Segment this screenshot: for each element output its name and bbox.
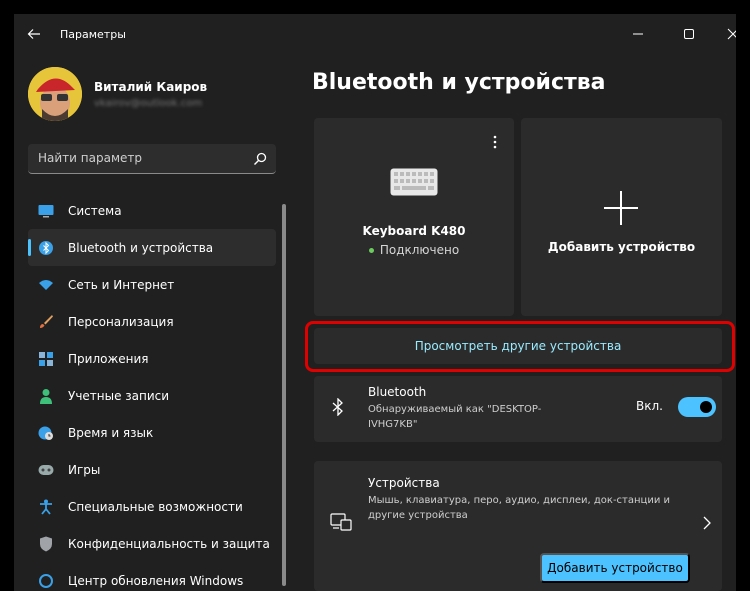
sidebar-item-apps[interactable]: Приложения <box>28 340 276 377</box>
minimize-icon <box>633 33 643 35</box>
sidebar-item-label: Система <box>68 203 122 218</box>
sidebar-item-label: Учетные записи <box>68 388 170 403</box>
update-icon <box>38 573 54 589</box>
avatar[interactable] <box>28 67 82 121</box>
sidebar-item-label: Персонализация <box>68 314 174 329</box>
page-title: Bluetooth и устройства <box>312 70 606 95</box>
sidebar-item-time-language[interactable]: Время и язык <box>28 414 276 451</box>
back-button[interactable] <box>26 26 44 44</box>
globe-clock-icon <box>38 425 54 441</box>
sidebar-item-bluetooth[interactable]: Bluetooth и устройства <box>28 229 276 266</box>
settings-window: Параметры Виталий Каиров vkairov@outlook… <box>14 14 736 591</box>
search-input[interactable] <box>38 151 238 165</box>
add-device-button[interactable]: Добавить устройство <box>540 553 690 583</box>
bluetooth-row: Bluetooth Обнаруживаемый как "DESKTOP-IV… <box>314 376 722 442</box>
sidebar-item-label: Время и язык <box>68 425 154 440</box>
highlight-annotation <box>305 321 735 372</box>
minimize-button[interactable] <box>624 22 652 46</box>
devices-icon <box>330 513 352 531</box>
sidebar-item-label: Приложения <box>68 351 149 366</box>
gamepad-icon <box>38 462 54 478</box>
avatar-cartoon-icon <box>28 67 82 121</box>
title-bar: Параметры <box>14 14 736 54</box>
sidebar-item-system[interactable]: Система <box>28 192 276 229</box>
close-icon <box>727 28 736 40</box>
device-card-keyboard[interactable]: Keyboard K480 Подключено <box>314 118 514 316</box>
sidebar-nav: Система Bluetooth и устройства Сеть и Ин… <box>28 192 276 591</box>
brush-icon <box>38 314 54 330</box>
bluetooth-icon <box>38 240 54 256</box>
sidebar-item-network[interactable]: Сеть и Интернет <box>28 266 276 303</box>
sidebar-item-label: Конфиденциальность и защита <box>68 536 270 551</box>
close-button[interactable] <box>719 22 736 46</box>
person-icon <box>38 388 54 404</box>
sidebar-item-windows-update[interactable]: Центр обновления Windows <box>28 562 276 591</box>
keyboard-icon <box>390 168 438 196</box>
more-options-icon[interactable] <box>490 134 500 150</box>
app-title: Параметры <box>60 28 126 41</box>
sidebar-item-label: Bluetooth и устройства <box>68 240 214 255</box>
bluetooth-state-label: Вкл. <box>636 399 663 413</box>
accessibility-icon <box>38 499 54 515</box>
device-name: Keyboard K480 <box>362 224 466 238</box>
devices-description: Мышь, клавиатура, перо, аудио, дисплеи, … <box>368 495 671 521</box>
devices-row[interactable]: Устройства Мышь, клавиатура, перо, аудио… <box>314 461 722 591</box>
sidebar-scrollbar[interactable] <box>282 204 286 586</box>
sidebar-item-personalization[interactable]: Персонализация <box>28 303 276 340</box>
sidebar-item-label: Игры <box>68 462 101 477</box>
plus-icon <box>604 191 638 225</box>
search-box[interactable] <box>28 144 276 174</box>
sidebar-item-label: Центр обновления Windows <box>68 573 244 588</box>
toggle-knob <box>700 401 712 413</box>
devices-title: Устройства <box>368 476 440 490</box>
wifi-icon <box>38 277 54 293</box>
bluetooth-icon <box>332 398 343 416</box>
user-email: vkairov@outlook.com <box>94 98 203 109</box>
maximize-button[interactable] <box>675 22 703 46</box>
arrow-left-icon <box>27 29 40 39</box>
shield-icon <box>38 536 54 552</box>
add-device-label: Добавить устройство <box>547 240 696 254</box>
chevron-right-icon[interactable] <box>702 516 712 530</box>
device-status-text: Подключено <box>379 243 460 257</box>
sidebar-item-accounts[interactable]: Учетные записи <box>28 377 276 414</box>
sidebar-item-label: Сеть и Интернет <box>68 277 175 292</box>
bluetooth-title: Bluetooth <box>368 385 427 399</box>
bluetooth-description: Обнаруживаемый как "DESKTOP-IVHG7KB" <box>368 404 542 430</box>
user-name: Виталий Каиров <box>94 80 208 94</box>
device-status: Подключено <box>314 243 514 257</box>
apps-icon <box>38 351 54 367</box>
sidebar-item-accessibility[interactable]: Специальные возможности <box>28 488 276 525</box>
bluetooth-toggle[interactable] <box>678 397 716 417</box>
monitor-icon <box>38 203 54 219</box>
add-device-card[interactable]: Добавить устройство <box>521 118 722 316</box>
sidebar-item-privacy[interactable]: Конфиденциальность и защита <box>28 525 276 562</box>
maximize-icon <box>684 29 694 39</box>
connected-dot-icon <box>368 248 374 253</box>
sidebar-item-gaming[interactable]: Игры <box>28 451 276 488</box>
search-icon[interactable] <box>252 151 268 167</box>
sidebar-item-label: Специальные возможности <box>68 499 243 514</box>
